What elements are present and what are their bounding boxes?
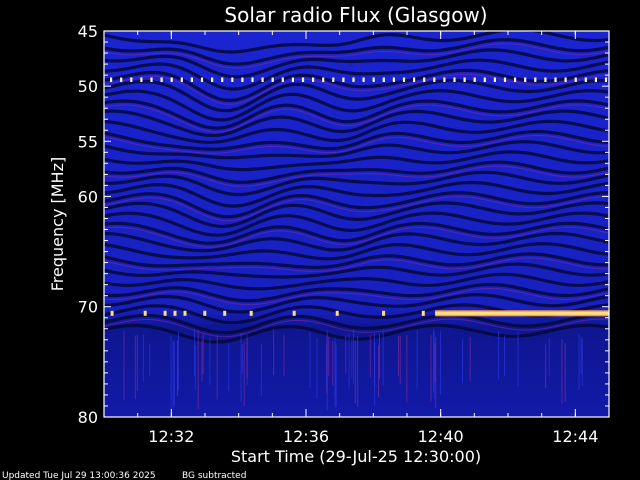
y-tick-label: 60: [78, 187, 98, 206]
y-tick-label: 80: [78, 408, 98, 427]
emission-dash: [271, 77, 274, 82]
emission-dash: [251, 77, 254, 82]
emission-dash: [423, 77, 426, 82]
emission-burst: [143, 310, 147, 316]
emission-dash: [342, 77, 345, 82]
emission-burst: [163, 310, 167, 316]
emission-dash: [574, 77, 577, 82]
emission-dash: [241, 77, 244, 82]
emission-burst: [421, 310, 425, 316]
emission-burst: [292, 310, 296, 316]
emission-burst: [223, 310, 227, 316]
emission-dash: [150, 77, 153, 82]
emission-dash: [544, 77, 547, 82]
x-tick-label: 12:36: [283, 427, 329, 446]
updated-timestamp: Updated Tue Jul 29 13:00:36 2025: [2, 471, 156, 480]
emission-dash: [170, 77, 173, 82]
emission-dash: [281, 77, 284, 82]
emission-dash: [604, 77, 608, 82]
spectrogram-figure: Solar radio Flux (Glasgow) 455055607080 …: [2, 3, 610, 480]
emission-burst: [183, 310, 187, 316]
emission-dash: [362, 77, 365, 82]
emission-dash: [453, 77, 456, 82]
emission-burst: [203, 310, 207, 316]
emission-dash: [110, 77, 113, 82]
emission-dash: [352, 77, 355, 82]
emission-dash: [211, 77, 214, 82]
emission-dash: [200, 77, 204, 82]
emission-dash: [291, 77, 294, 82]
emission-dash: [130, 77, 133, 82]
emission-burst: [110, 310, 114, 316]
emission-dash: [503, 77, 507, 82]
emission-dash: [534, 77, 537, 82]
emission-dash: [382, 77, 385, 82]
y-tick-label: 55: [78, 132, 98, 151]
emission-dash: [322, 77, 325, 82]
chart-title: Solar radio Flux (Glasgow): [224, 3, 487, 27]
emission-dash: [413, 77, 416, 82]
y-tick-label: 45: [78, 22, 98, 41]
emission-dash: [483, 77, 486, 82]
emission-dash: [402, 77, 406, 82]
y-tick-label: 70: [78, 298, 98, 317]
emission-dash: [443, 77, 446, 82]
emission-burst: [382, 310, 386, 316]
emission-dash: [221, 77, 224, 82]
emission-dash: [473, 77, 476, 82]
emission-dash: [392, 77, 395, 82]
emission-dash: [493, 77, 496, 82]
emission-dash: [463, 77, 466, 82]
background-note: BG subtracted: [182, 471, 246, 480]
emission-band-core: [435, 311, 609, 315]
emission-dash: [514, 77, 517, 82]
emission-dash: [372, 77, 375, 82]
emission-burst: [335, 310, 339, 316]
emission-dash: [564, 77, 567, 82]
emission-dash: [594, 77, 597, 82]
emission-dash: [524, 77, 527, 82]
emission-dash: [180, 77, 183, 82]
emission-dash: [554, 77, 557, 82]
emission-dash: [160, 77, 163, 82]
spectrogram-area: [104, 31, 609, 417]
emission-dash: [231, 77, 234, 82]
emission-dash: [433, 77, 436, 82]
x-tick-label: 12:32: [148, 427, 194, 446]
emission-dash: [584, 77, 587, 82]
x-axis-label: Start Time (29-Jul-25 12:30:00): [231, 447, 481, 466]
emission-dash: [301, 77, 305, 82]
y-tick-label: 50: [78, 77, 98, 96]
emission-dash: [120, 77, 123, 82]
x-tick-label: 12:40: [418, 427, 464, 446]
emission-dash: [261, 77, 264, 82]
x-tick-label: 12:44: [552, 427, 598, 446]
emission-dash: [312, 77, 315, 82]
emission-dash: [190, 77, 193, 82]
y-axis-label: Frequency [MHz]: [48, 157, 67, 291]
emission-dash: [140, 77, 143, 82]
emission-burst: [249, 310, 253, 316]
emission-burst: [173, 310, 177, 316]
emission-dash: [332, 77, 335, 82]
